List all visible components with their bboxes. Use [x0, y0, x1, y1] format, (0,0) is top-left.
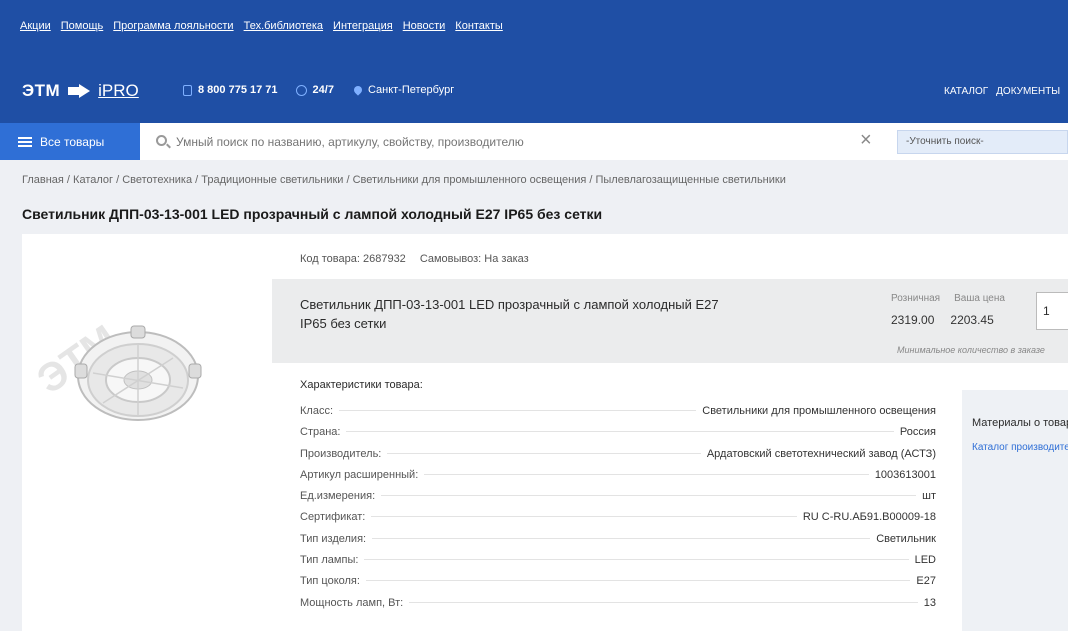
top-link-bar: Акции Помощь Программа лояльности Тех.би… — [0, 0, 1068, 51]
phone-number[interactable]: 8 800 775 17 71 — [198, 84, 278, 96]
characteristics-heading: Характеристики товара: — [300, 379, 423, 391]
leader-line — [409, 601, 918, 603]
characteristic-value: LED — [914, 554, 936, 567]
characteristic-row: Ед.измерения: шт — [300, 490, 936, 511]
product-image[interactable] — [73, 318, 203, 428]
leader-line — [381, 495, 917, 497]
leader-line — [365, 580, 911, 582]
characteristic-row: Тип лампы: LED — [300, 554, 936, 575]
leader-line — [371, 516, 797, 518]
contact-info: 8 800 775 17 71 24/7 Санкт-Петербург — [183, 84, 454, 96]
characteristic-key: Класс: — [300, 405, 333, 417]
phone-icon — [183, 84, 192, 96]
refine-search-select[interactable]: -Уточнить поиск- — [897, 130, 1068, 154]
your-price-value: 2203.45 — [950, 313, 994, 327]
characteristic-value: 1003613001 — [874, 468, 936, 481]
leader-line — [424, 473, 869, 475]
characteristic-value: 13 — [923, 596, 936, 609]
all-goods-button[interactable]: Все товары — [0, 123, 140, 160]
characteristic-key: Производитель: — [300, 447, 382, 460]
characteristic-value: Светильники для промышленного освещения — [702, 405, 936, 417]
logo-text: ЭТМ — [22, 81, 61, 100]
characteristic-key: Ед.измерения: — [300, 490, 376, 503]
nav-documents[interactable]: ДОКУМЕНТЫ — [996, 86, 1060, 97]
product-name: Светильник ДПП-03-13-001 LED прозрачный … — [300, 297, 719, 331]
characteristic-key: Тип изделия: — [300, 532, 367, 545]
leader-line — [364, 559, 909, 561]
characteristic-row: Класс: Светильники для промышленного осве… — [300, 405, 936, 426]
leader-line — [346, 431, 894, 433]
leader-line — [372, 537, 871, 539]
price-values: 2319.00 2203.45 — [891, 313, 994, 327]
manufacturer-catalog-link[interactable]: Каталог производителя — [972, 442, 1068, 453]
clear-search-icon[interactable]: × — [860, 130, 872, 150]
page-title: Светильник ДПП-03-13-001 LED прозрачный … — [22, 206, 603, 222]
breadcrumb[interactable]: Главная / Каталог / Светотехника / Тради… — [22, 174, 786, 186]
menu-icon — [18, 136, 32, 147]
your-price-label: Ваша цена — [954, 293, 1005, 304]
top-link-loyalty[interactable]: Программа лояльности — [113, 20, 233, 32]
top-link-help[interactable]: Помощь — [61, 20, 104, 32]
retail-price-label: Розничная — [891, 293, 941, 304]
top-link-news[interactable]: Новости — [403, 20, 446, 32]
city-selector[interactable]: Санкт-Петербург — [368, 84, 454, 96]
top-links: Акции Помощь Программа лояльности Тех.би… — [20, 20, 503, 32]
characteristics-list: Класс: Светильники для промышленного осве… — [300, 405, 936, 618]
characteristic-row: Тип цоколя: E27 — [300, 575, 936, 596]
characteristic-key: Сертификат: — [300, 511, 366, 524]
characteristic-row: Артикул расширенный: 1003613001 — [300, 469, 936, 490]
quantity-input[interactable]: 1 — [1036, 292, 1068, 330]
brand-bar: ЭТМ iPRO 8 800 775 17 71 24/7 Санкт-Пете… — [0, 51, 1068, 123]
characteristic-row: Тип изделия: Светильник — [300, 533, 936, 554]
materials-box: Материалы о товаре Каталог производителя — [962, 390, 1068, 631]
site-logo[interactable]: ЭТМ iPRO — [22, 81, 139, 101]
top-link-integration[interactable]: Интеграция — [333, 20, 393, 32]
characteristic-value: RU C-RU.АБ91.В00009-18 — [802, 511, 936, 524]
main-nav: КАТАЛОГ ДОКУМЕНТЫ — [944, 86, 1060, 97]
leader-line — [387, 452, 701, 454]
materials-heading: Материалы о товаре — [972, 417, 1068, 429]
characteristic-value: Ардатовский светотехнический завод (АСТЗ… — [706, 447, 936, 460]
ipro-link[interactable]: iPRO — [98, 81, 139, 101]
product-code: Код товара: 2687932 — [300, 253, 406, 265]
top-link-contacts[interactable]: Контакты — [455, 20, 503, 32]
search-row: Все товары × -Уточнить поиск- — [0, 123, 1068, 160]
characteristic-value: E27 — [916, 575, 936, 588]
min-qty-note: Минимальное количество в заказе — [897, 345, 1045, 355]
nav-catalog[interactable]: КАТАЛОГ — [944, 86, 988, 97]
characteristic-row: Страна: Россия — [300, 426, 936, 447]
characteristic-row: Мощность ламп, Вт: 13 — [300, 597, 936, 618]
product-meta: Код товара: 2687932 Самовывоз: На заказ — [300, 253, 529, 265]
characteristic-key: Страна: — [300, 426, 341, 439]
search-input[interactable] — [176, 132, 836, 152]
characteristic-row: Производитель: Ардатовский светотехническ… — [300, 448, 936, 469]
characteristic-value: шт — [922, 490, 936, 503]
pickup-status: Самовывоз: На заказ — [419, 253, 529, 265]
clock-icon — [295, 84, 307, 96]
characteristic-value: Светильник — [876, 532, 936, 545]
top-link-tech-library[interactable]: Тех.библиотека — [244, 20, 323, 32]
retail-price-value: 2319.00 — [891, 313, 935, 327]
logo-arrow-icon — [68, 84, 91, 98]
top-link-promotions[interactable]: Акции — [20, 20, 51, 32]
price-labels: Розничная Ваша цена — [891, 293, 1005, 304]
characteristic-key: Тип цоколя: — [300, 575, 360, 588]
search-icon — [156, 135, 167, 146]
characteristic-key: Тип лампы: — [300, 554, 359, 567]
location-pin-icon — [352, 84, 364, 96]
characteristic-value: Россия — [899, 426, 936, 439]
leader-line — [339, 410, 697, 411]
characteristic-key: Артикул расширенный: — [300, 468, 419, 481]
working-hours: 24/7 — [312, 84, 334, 96]
characteristic-key: Мощность ламп, Вт: — [300, 596, 404, 609]
all-goods-label: Все товары — [40, 134, 105, 149]
characteristic-row: Сертификат: RU C-RU.АБ91.В00009-18 — [300, 511, 936, 532]
